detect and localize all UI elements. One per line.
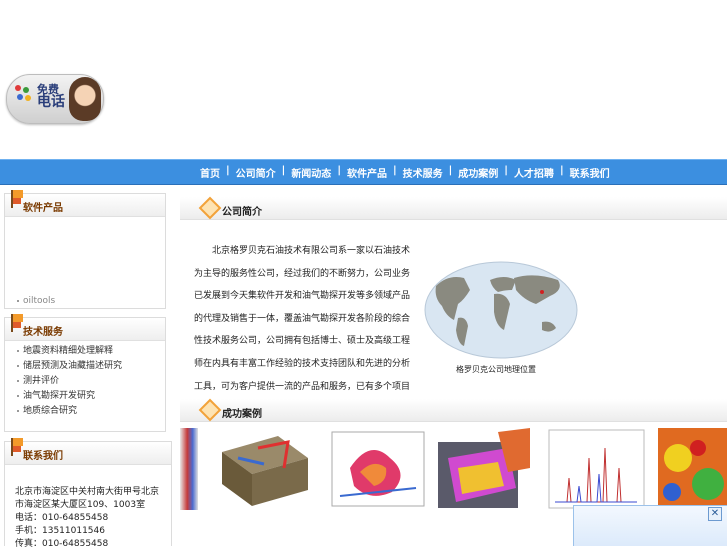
contact-tel: 电话：010-64855458 <box>15 513 109 523</box>
nav-item-label[interactable]: 技术服务 <box>403 165 443 180</box>
software-panel: 软件产品 oiltools <box>4 190 166 309</box>
contact-address: 北京市海淀区中关村南大街甲号北京 <box>15 487 160 497</box>
floating-popup <box>573 505 727 546</box>
service-link[interactable]: 测井评价 <box>5 374 122 389</box>
nav-item-label[interactable]: 首页 <box>200 165 220 180</box>
case-image-4[interactable] <box>438 428 533 510</box>
map-caption: 格罗贝克公司地理位置 <box>456 365 536 374</box>
nav-item-label[interactable]: 成功案例 <box>458 165 498 180</box>
main-nav: 首页 | 公司简介 | 新闻动态 | 软件产品 | 技术服务 | 成功案例 | 人才招聘 | 联系我们 <box>0 159 727 185</box>
nav-item[interactable]: 首页 | <box>200 165 236 180</box>
case-image-6[interactable] <box>658 428 727 510</box>
nav-item[interactable]: 软件产品 | <box>347 165 403 180</box>
case-image-1[interactable] <box>180 428 198 510</box>
section-title: 公司简介 <box>222 207 262 218</box>
service-link[interactable]: 地震资料精细处理解释 <box>5 344 122 359</box>
case-image-5[interactable] <box>547 428 646 510</box>
nav-item[interactable]: 技术服务 | <box>403 165 459 180</box>
nav-separator: | <box>226 165 230 176</box>
diamond-icon <box>198 196 222 220</box>
software-link[interactable]: oiltools <box>5 294 55 309</box>
nav-item[interactable]: 成功案例 | <box>458 165 514 180</box>
about-text: 北京格罗贝克石油技术有限公司系一家以石油技术为主导的服务性公司，经过我们的不断努… <box>194 246 411 414</box>
about-section-header: 公司简介 <box>180 196 727 220</box>
nav-separator: | <box>559 165 564 176</box>
nav-separator: | <box>281 165 286 176</box>
contact-address-2: 市海淀区某大厦区109、1003室 <box>15 500 146 510</box>
diamond-icon <box>198 398 222 422</box>
service-link[interactable]: 油气勘探开发研究 <box>5 389 122 404</box>
contact-mobile: 手机：13511011546 <box>15 526 105 536</box>
panel-title: 技术服务 <box>23 327 63 338</box>
nav-item-label[interactable]: 人才招聘 <box>514 165 554 180</box>
nav-item-label[interactable]: 新闻动态 <box>291 165 331 180</box>
flag-icon <box>11 190 23 208</box>
phone-logo-icon <box>15 85 33 103</box>
nav-item[interactable]: 人才招聘 | <box>514 165 570 180</box>
close-icon[interactable]: ✕ <box>708 507 722 521</box>
nav-item-label[interactable]: 联系我们 <box>570 165 610 180</box>
free-phone-label: 免费 电话 <box>37 83 65 110</box>
case-image-3[interactable] <box>330 428 426 510</box>
operator-avatar <box>69 77 101 121</box>
service-link[interactable]: 地质综合研究 <box>5 404 122 419</box>
cases-section-header: 成功案例 <box>180 398 727 422</box>
nav-item[interactable]: 新闻动态 | <box>291 165 347 180</box>
nav-separator: | <box>504 165 508 176</box>
nav-separator: | <box>337 165 341 176</box>
nav-item[interactable]: 联系我们 <box>570 165 610 180</box>
contact-panel: 联系我们 北京市海淀区中关村南大街甲号北京 市海淀区某大厦区109、1003室 … <box>4 438 172 549</box>
nav-separator: | <box>448 165 453 176</box>
flag-icon <box>11 314 23 332</box>
nav-separator: | <box>392 165 397 176</box>
world-map-image <box>424 260 578 360</box>
service-link[interactable]: 储层预测及油藏描述研究 <box>5 359 122 374</box>
case-image-2[interactable] <box>218 428 312 510</box>
services-panel: 技术服务 地震资料精细处理解释 储层预测及油藏描述研究 测井评价 油气勘探开发研究 地质… <box>4 314 166 432</box>
free-phone-badge[interactable]: 免费 电话 <box>6 74 104 124</box>
nav-item[interactable]: 公司简介 | <box>236 165 292 180</box>
section-title: 成功案例 <box>222 409 262 420</box>
panel-title: 软件产品 <box>23 203 63 214</box>
nav-item-label[interactable]: 公司简介 <box>236 165 276 180</box>
flag-icon <box>11 438 23 456</box>
panel-title: 联系我们 <box>23 451 63 462</box>
nav-item-label[interactable]: 软件产品 <box>347 165 387 180</box>
